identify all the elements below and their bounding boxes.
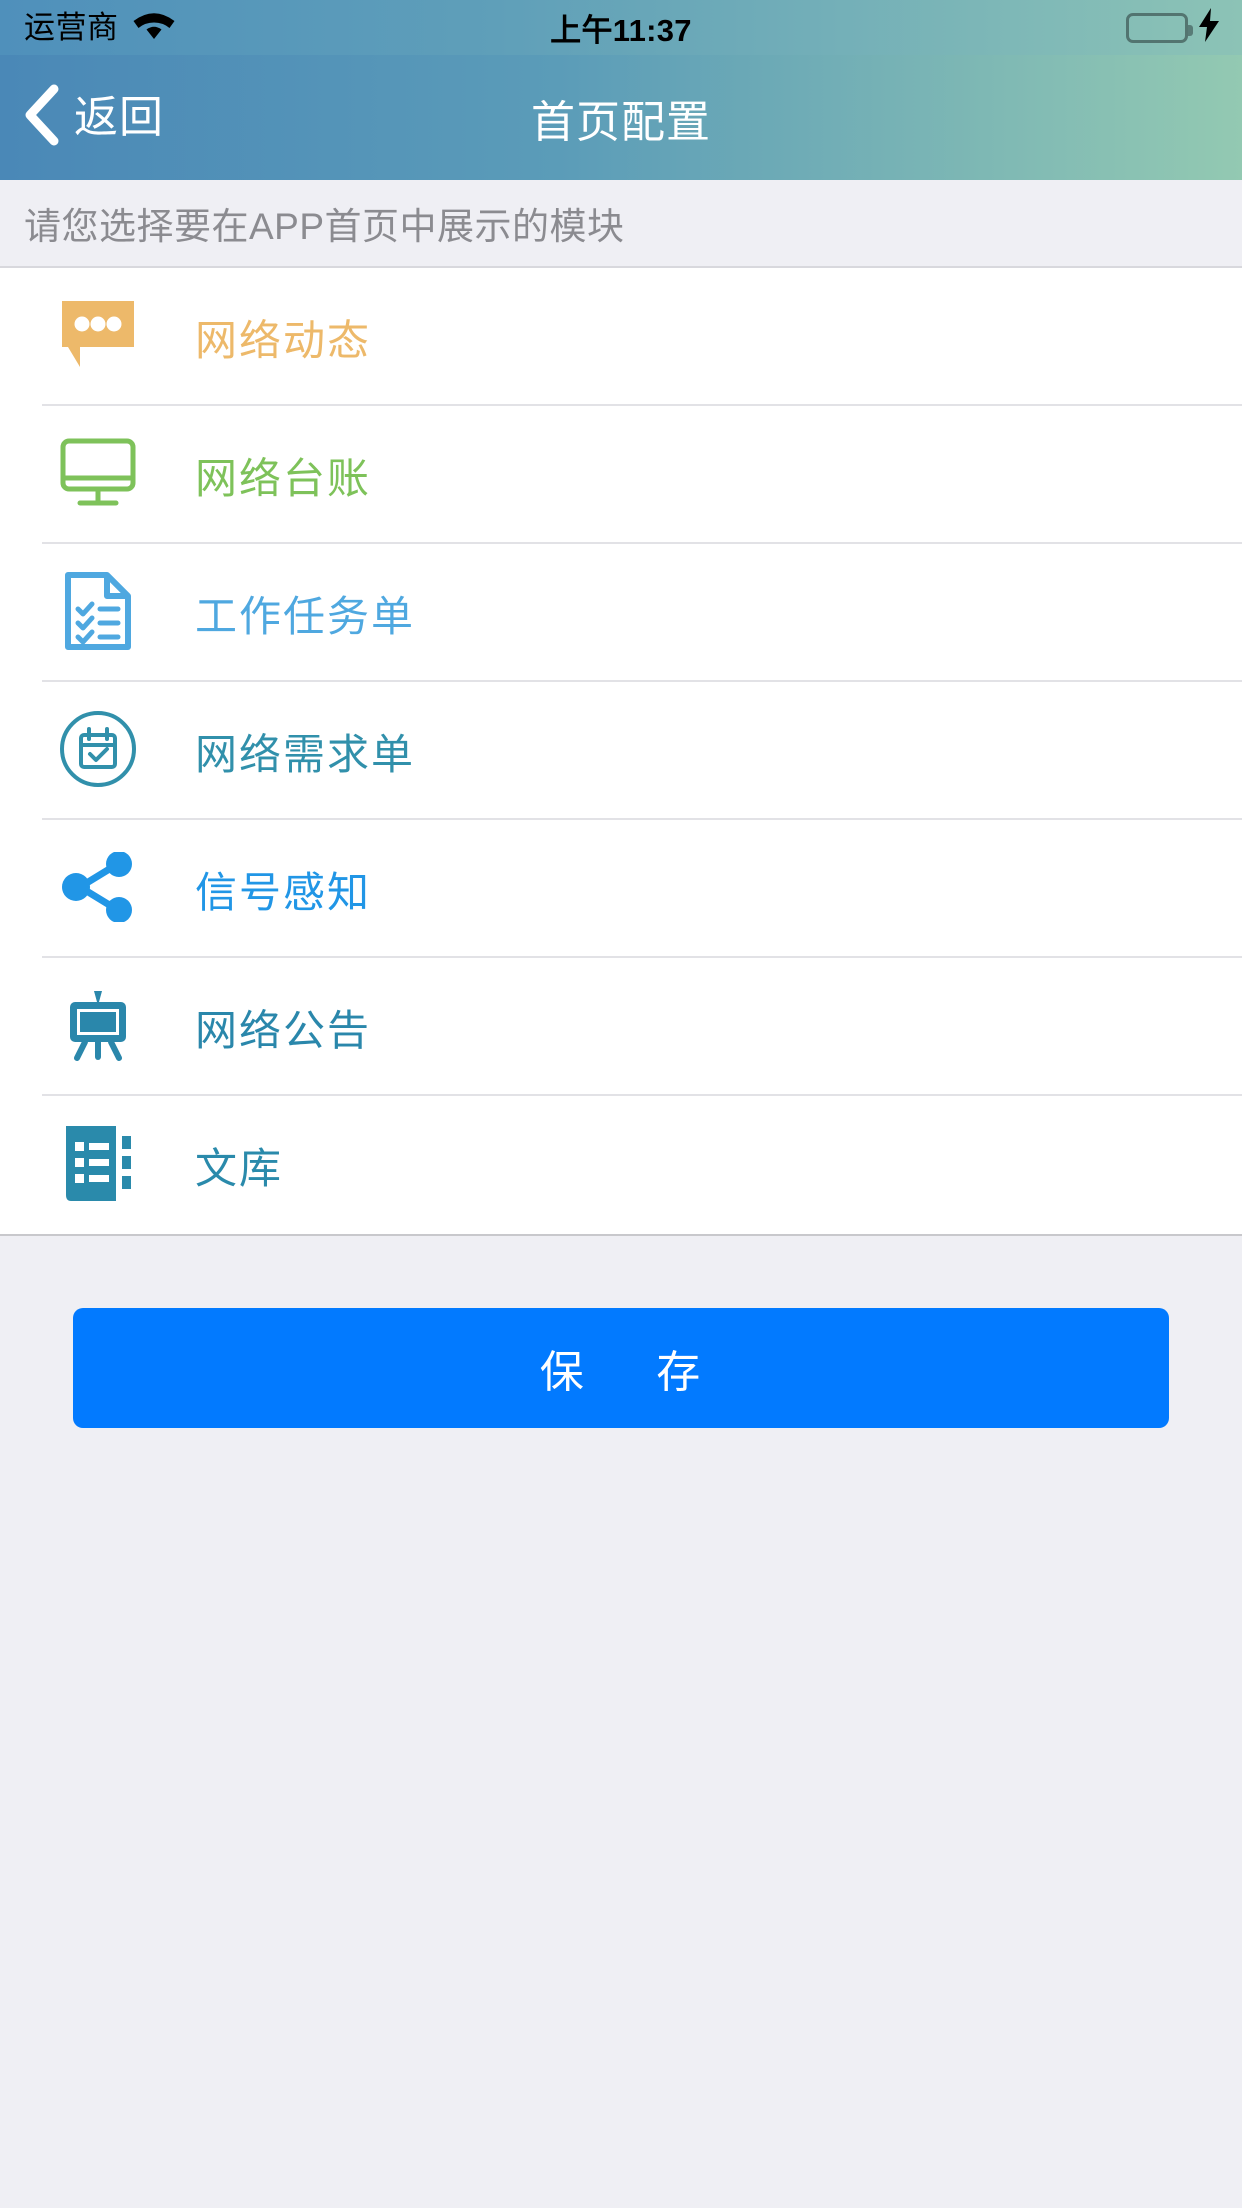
- list-item-label: 网络动态: [195, 316, 372, 364]
- list-item-label: 网络公告: [195, 1006, 372, 1054]
- chevron-left-icon: [22, 84, 60, 151]
- nav-bar: 返回 首页配置: [0, 55, 1242, 180]
- battery-icon: [1126, 12, 1193, 43]
- module-list: 网络动态 网络台账 工作任务单 网络需求单 信号感知 网络公告 文库: [0, 268, 1242, 1236]
- module-icon-cell: [0, 709, 195, 794]
- footer-area: 保 存: [0, 1236, 1242, 2208]
- module-icon-cell: [0, 299, 195, 376]
- carrier-label: 运营商: [24, 10, 119, 45]
- instruction-bar: 请您选择要在APP首页中展示的模块: [0, 180, 1242, 268]
- instruction-label: 请您选择要在APP首页中展示的模块: [24, 206, 625, 247]
- share-network-icon: [58, 850, 138, 927]
- lightning-bolt-icon: [1198, 8, 1220, 47]
- list-item[interactable]: 网络台账: [0, 406, 1242, 544]
- list-item[interactable]: 网络需求单: [0, 682, 1242, 820]
- list-item[interactable]: 工作任务单: [0, 544, 1242, 682]
- list-item-label: 网络需求单: [195, 730, 416, 778]
- easel-board-icon: [58, 985, 138, 1070]
- back-label: 返回: [74, 92, 164, 142]
- list-item[interactable]: 网络动态: [0, 268, 1242, 406]
- save-label-first: 保: [539, 1348, 586, 1397]
- list-item[interactable]: 网络公告: [0, 958, 1242, 1096]
- module-icon-cell: [0, 985, 195, 1070]
- wifi-icon: [133, 9, 175, 46]
- status-bar-right: [1126, 8, 1242, 47]
- document-checklist-icon: [63, 571, 133, 656]
- list-item[interactable]: 信号感知: [0, 820, 1242, 958]
- speech-bubble-dots-icon: [60, 299, 136, 376]
- back-button[interactable]: 返回: [0, 55, 164, 180]
- list-item-label: 文库: [195, 1144, 284, 1192]
- status-bar-left: 运营商: [0, 9, 1126, 46]
- calendar-circle-icon: [58, 709, 138, 794]
- page-title: 首页配置: [531, 97, 711, 147]
- module-icon-cell: [0, 1122, 195, 1209]
- module-icon-cell: [0, 571, 195, 656]
- module-icon-cell: [0, 437, 195, 514]
- desktop-monitor-icon: [59, 437, 137, 514]
- save-button[interactable]: 保 存: [73, 1308, 1169, 1428]
- book-list-icon: [58, 1122, 138, 1209]
- list-item-label: 网络台账: [195, 454, 372, 502]
- save-label-second: 存: [656, 1348, 703, 1397]
- module-icon-cell: [0, 850, 195, 927]
- list-item-label: 工作任务单: [195, 592, 416, 640]
- list-item-label: 信号感知: [195, 868, 372, 916]
- list-item[interactable]: 文库: [0, 1096, 1242, 1234]
- status-bar: 运营商 上午11:37: [0, 0, 1242, 55]
